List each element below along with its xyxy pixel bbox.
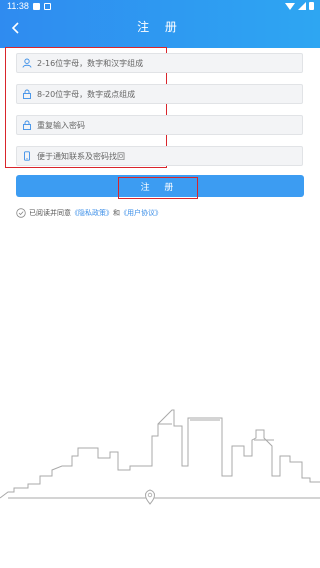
status-bar: 11:38 (0, 0, 320, 14)
user-icon (22, 58, 32, 68)
username-field[interactable] (16, 53, 303, 73)
privacy-policy-link[interactable]: 《隐私政策》 (71, 208, 113, 218)
checkbox-icon[interactable] (16, 208, 26, 218)
page-title: 注 册 (137, 20, 183, 34)
wifi-icon (285, 2, 295, 10)
city-skyline-illustration (0, 409, 320, 505)
confirm-password-input[interactable] (37, 116, 302, 134)
password-input[interactable] (37, 85, 302, 103)
app-notification-icon (44, 3, 51, 10)
confirm-password-field[interactable] (16, 115, 303, 135)
phone-icon (24, 151, 30, 161)
battery-icon (309, 2, 314, 10)
agreement-row: 已阅读并同意 《隐私政策》 和 《用户协议》 (16, 207, 162, 219)
lock-icon (23, 89, 31, 99)
password-field[interactable] (16, 84, 303, 104)
signal-icon (298, 2, 306, 10)
status-icons (285, 2, 314, 10)
agreement-text: 已阅读并同意 (29, 209, 71, 217)
status-time: 11:38 (7, 1, 29, 11)
location-pin-icon (145, 489, 155, 505)
image-notification-icon (33, 3, 40, 10)
phone-input[interactable] (37, 147, 302, 165)
lock-icon (23, 120, 31, 130)
agreement-and-text: 和 (113, 209, 120, 217)
register-button[interactable]: 注 册 (16, 175, 304, 197)
phone-field[interactable] (16, 146, 303, 166)
header-bar: 11:38 注 册 (0, 0, 320, 48)
user-agreement-link[interactable]: 《用户协议》 (120, 208, 162, 218)
username-input[interactable] (37, 54, 302, 72)
